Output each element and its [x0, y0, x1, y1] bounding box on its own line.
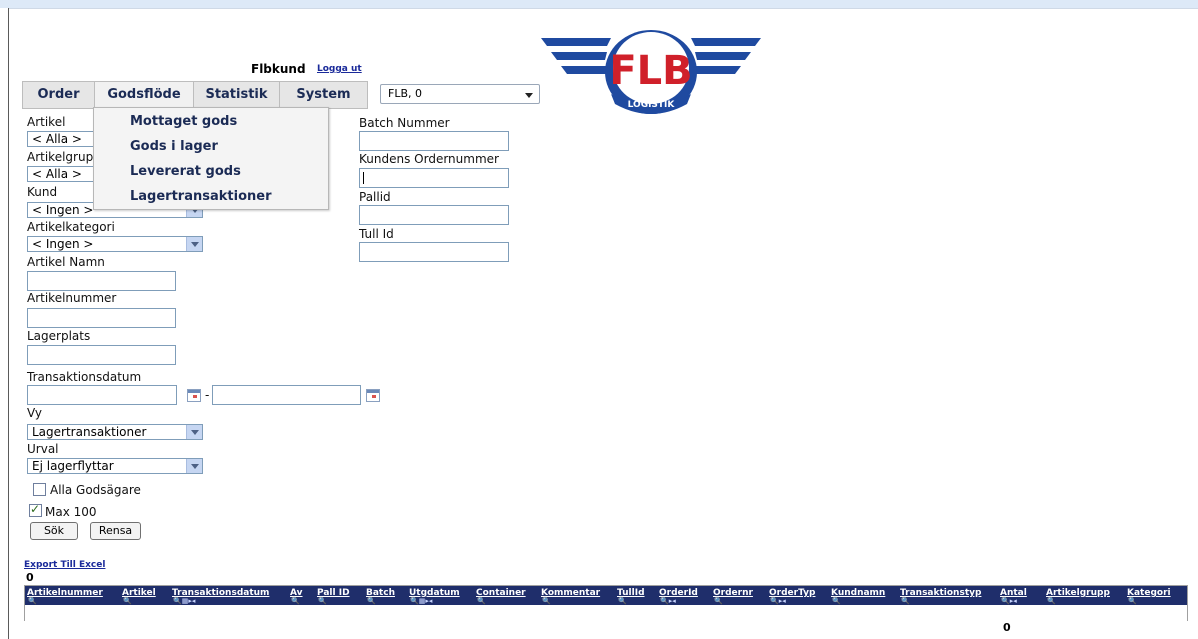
lagerplats-input[interactable] [27, 345, 176, 365]
clear-button[interactable]: Rensa [90, 522, 141, 540]
filter-search-icon[interactable]: 🔍 [1047, 597, 1056, 605]
filter-search-icon[interactable]: 🔍 [901, 597, 910, 605]
results-table: Artikelnummer Artikel Transaktionsdatum … [24, 585, 1188, 621]
filter-search-icon[interactable]: 🔍 [542, 597, 551, 605]
filter-search-icon[interactable]: 🔍▸◂ [660, 597, 676, 605]
alla-godsagare-label: Alla Godsägare [50, 483, 141, 497]
batch-input[interactable] [359, 131, 509, 151]
artikelnummer-input[interactable] [27, 308, 176, 328]
tullid-input[interactable] [359, 242, 509, 262]
filter-search-icon[interactable]: 🔍▸◂ [1001, 597, 1017, 605]
max100-checkbox[interactable] [29, 502, 42, 517]
chevron-down-icon [186, 237, 202, 251]
chevron-down-icon [186, 459, 202, 473]
kundens-ordernummer-label: Kundens Ordernummer [359, 152, 499, 166]
filter-search-icon[interactable]: 🔍▦▸◂ [410, 597, 432, 605]
urval-label: Urval [27, 442, 59, 456]
batch-label: Batch Nummer [359, 116, 450, 130]
logout-link[interactable]: Logga ut [317, 64, 362, 74]
pallid-input[interactable] [359, 205, 509, 225]
artikelkategori-label: Artikelkategori [27, 220, 115, 234]
filter-search-icon[interactable]: 🔍 [123, 597, 132, 605]
customer-select-value: FLB, 0 [388, 87, 422, 100]
col-artikelnummer[interactable]: Artikelnummer [27, 588, 103, 598]
chevron-down-icon [186, 425, 202, 439]
logo-subtext: LOGISTIK [628, 100, 676, 110]
tullid-label: Tull Id [359, 227, 394, 241]
menu-statistik[interactable]: Statistik [194, 82, 280, 108]
vy-label: Vy [27, 406, 42, 420]
artikel-select-value: < Alla > [32, 132, 82, 146]
artikelnamn-label: Artikel Namn [27, 255, 105, 269]
filter-search-icon[interactable]: 🔍 [832, 597, 841, 605]
filter-search-icon[interactable]: 🔍 [714, 597, 723, 605]
menu-item-levererat-gods[interactable]: Levererat gods [130, 164, 241, 179]
table-header: Artikelnummer Artikel Transaktionsdatum … [25, 586, 1187, 605]
artikelgrupp-label: Artikelgrupp [27, 150, 101, 164]
transaktionsdatum-label: Transaktionsdatum [27, 370, 142, 384]
date-from-input[interactable] [27, 385, 177, 405]
filter-search-icon[interactable]: 🔍 [28, 597, 37, 605]
search-button[interactable]: Sök [30, 522, 78, 540]
chevron-down-icon [525, 93, 533, 98]
export-excel-link[interactable]: Export Till Excel [24, 560, 105, 570]
filter-search-icon[interactable]: 🔍 [618, 597, 627, 605]
flb-logo: FLB LOGISTIK [541, 30, 761, 114]
text-cursor [363, 172, 364, 184]
logo-text: FLB [609, 48, 692, 94]
pallid-label: Pallid [359, 190, 391, 204]
result-count: 0 [26, 571, 34, 584]
kund-select-value: < Ingen > [32, 203, 94, 217]
urval-select-value: Ej lagerflyttar [32, 459, 114, 473]
vy-select[interactable]: Lagertransaktioner [27, 424, 203, 440]
calendar-icon[interactable] [187, 389, 201, 402]
date-separator: - [205, 388, 210, 402]
filter-search-icon[interactable]: 🔍 [318, 597, 327, 605]
customer-select[interactable]: FLB, 0 [380, 84, 540, 104]
frame-left-edge [8, 8, 9, 639]
filter-search-icon[interactable]: 🔍▸◂ [770, 597, 786, 605]
col-transaktionstyp[interactable]: Transaktionstyp [900, 588, 981, 598]
artikel-label: Artikel [27, 115, 66, 129]
calendar-icon[interactable] [366, 389, 380, 402]
menu-godsflode[interactable]: Godsflöde [95, 82, 194, 108]
filter-search-icon[interactable]: 🔍 [367, 597, 376, 605]
filter-search-icon[interactable]: 🔍 [291, 597, 300, 605]
filter-search-icon[interactable]: 🔍 [477, 597, 486, 605]
user-name: Flbkund [251, 62, 306, 76]
browser-top-band [0, 0, 1198, 8]
vy-select-value: Lagertransaktioner [32, 425, 147, 439]
menu-item-gods-i-lager[interactable]: Gods i lager [130, 139, 218, 154]
artikelnummer-label: Artikelnummer [27, 291, 117, 305]
lagerplats-label: Lagerplats [27, 329, 91, 343]
menu-order[interactable]: Order [23, 82, 95, 108]
menu-system[interactable]: System [280, 82, 367, 108]
menu-item-lagertransaktioner[interactable]: Lagertransaktioner [130, 189, 271, 204]
max100-label: Max 100 [45, 505, 97, 519]
filter-search-icon[interactable]: 🔍▦▸◂ [173, 597, 195, 605]
kund-label: Kund [27, 185, 58, 199]
artikelkategori-select[interactable]: < Ingen > [27, 236, 203, 252]
antal-total: 0 [1003, 621, 1011, 634]
main-menu: Order Godsflöde Statistik System [22, 81, 368, 109]
artikelkategori-select-value: < Ingen > [32, 237, 94, 251]
artikelnamn-input[interactable] [27, 271, 176, 291]
frame-top-edge [8, 8, 1198, 9]
alla-godsagare-checkbox[interactable] [33, 483, 46, 496]
urval-select[interactable]: Ej lagerflyttar [27, 458, 203, 474]
kundens-ordernummer-input[interactable] [359, 168, 509, 188]
artikelgrupp-select-value: < Alla > [32, 167, 82, 181]
table-footer-row [25, 605, 1187, 621]
date-to-input[interactable] [212, 385, 361, 405]
menu-item-mottaget-gods[interactable]: Mottaget gods [130, 114, 237, 129]
godsflode-dropdown: Mottaget gods Gods i lager Levererat god… [93, 107, 329, 210]
filter-search-icon[interactable]: 🔍 [1128, 597, 1137, 605]
